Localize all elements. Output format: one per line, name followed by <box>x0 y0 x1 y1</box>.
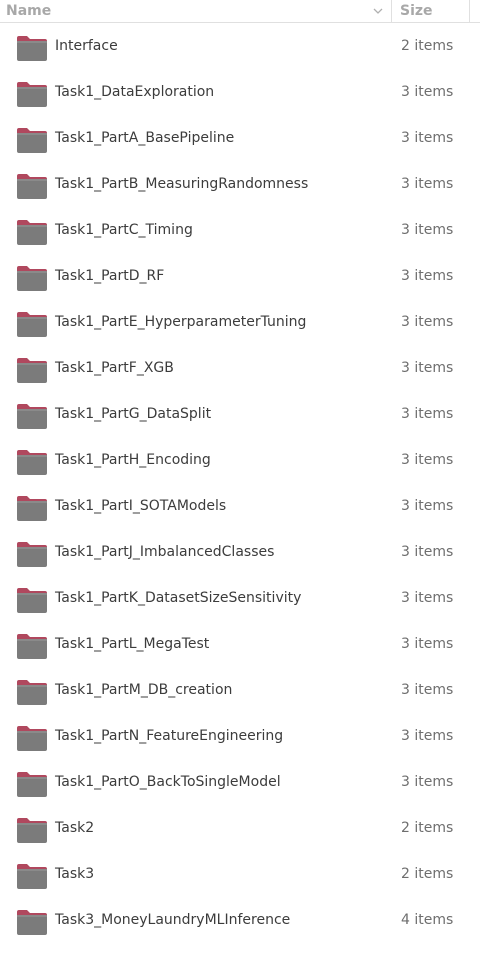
folder-name: Task1_DataExploration <box>55 84 215 100</box>
folder-row[interactable]: Task1_PartG_DataSplit 3 items <box>0 392 480 438</box>
folder-name: Task1_PartK_DatasetSizeSensitivity <box>55 590 302 606</box>
folder-icon <box>17 220 47 245</box>
file-rows: Interface 2 items Task1_DataExploration … <box>0 24 480 944</box>
folder-name: Task1_PartO_BackToSingleModel <box>55 774 281 790</box>
folder-name: Task1_PartD_RF <box>55 268 165 284</box>
folder-icon <box>17 174 47 199</box>
folder-size: 3 items <box>401 130 454 146</box>
folder-icon <box>17 864 47 889</box>
folder-icon <box>17 726 47 751</box>
folder-row[interactable]: Task1_DataExploration 3 items <box>0 70 480 116</box>
folder-row[interactable]: Task3_MoneyLaundryMLInference 4 items <box>0 898 480 944</box>
folder-row[interactable]: Task1_PartL_MegaTest 3 items <box>0 622 480 668</box>
folder-name: Task1_PartA_BasePipeline <box>55 130 235 146</box>
folder-icon <box>17 82 47 107</box>
folder-size: 3 items <box>401 682 454 698</box>
folder-size: 3 items <box>401 590 454 606</box>
folder-size: 2 items <box>401 38 454 54</box>
folder-icon <box>17 496 47 521</box>
folder-row[interactable]: Task1_PartN_FeatureEngineering 3 items <box>0 714 480 760</box>
folder-name: Task1_PartF_XGB <box>55 360 174 376</box>
folder-size: 3 items <box>401 774 454 790</box>
folder-size: 3 items <box>401 636 454 652</box>
folder-size: 3 items <box>401 498 454 514</box>
folder-name: Task2 <box>55 820 95 836</box>
folder-icon <box>17 404 47 429</box>
folder-name: Interface <box>55 38 118 54</box>
folder-icon <box>17 542 47 567</box>
folder-icon <box>17 588 47 613</box>
file-list-view: Name Size Interface 2 items Task1_DataEx… <box>0 0 480 953</box>
folder-name: Task1_PartJ_ImbalancedClasses <box>55 544 275 560</box>
folder-size: 3 items <box>401 544 454 560</box>
folder-name: Task1_PartB_MeasuringRandomness <box>55 176 309 192</box>
folder-icon <box>17 818 47 843</box>
folder-icon <box>17 680 47 705</box>
folder-size: 3 items <box>401 314 454 330</box>
folder-row[interactable]: Task1_PartI_SOTAModels 3 items <box>0 484 480 530</box>
folder-name: Task1_PartI_SOTAModels <box>55 498 227 514</box>
folder-row[interactable]: Interface 2 items <box>0 24 480 70</box>
folder-size: 4 items <box>401 912 454 928</box>
folder-row[interactable]: Task1_PartH_Encoding 3 items <box>0 438 480 484</box>
folder-icon <box>17 910 47 935</box>
folder-size: 3 items <box>401 176 454 192</box>
folder-icon <box>17 36 47 61</box>
chevron-down-icon[interactable] <box>372 5 384 17</box>
folder-row[interactable]: Task1_PartM_DB_creation 3 items <box>0 668 480 714</box>
folder-size: 3 items <box>401 452 454 468</box>
folder-name: Task1_PartC_Timing <box>55 222 193 238</box>
folder-icon <box>17 128 47 153</box>
folder-size: 3 items <box>401 728 454 744</box>
size-column-label: Size <box>400 3 433 19</box>
folder-row[interactable]: Task1_PartK_DatasetSizeSensitivity 3 ite… <box>0 576 480 622</box>
folder-name: Task1_PartM_DB_creation <box>55 682 233 698</box>
folder-row[interactable]: Task1_PartO_BackToSingleModel 3 items <box>0 760 480 806</box>
folder-name: Task1_PartE_HyperparameterTuning <box>55 314 307 330</box>
column-header-bar: Name Size <box>0 0 480 23</box>
folder-row[interactable]: Task1_PartB_MeasuringRandomness 3 items <box>0 162 480 208</box>
folder-name: Task1_PartL_MegaTest <box>55 636 210 652</box>
folder-name: Task3 <box>55 866 95 882</box>
size-column-header[interactable]: Size <box>392 0 470 22</box>
folder-size: 3 items <box>401 268 454 284</box>
name-column-label: Name <box>6 3 52 19</box>
name-column-header[interactable]: Name <box>0 0 392 22</box>
folder-icon <box>17 772 47 797</box>
folder-size: 2 items <box>401 866 454 882</box>
folder-row[interactable]: Task1_PartJ_ImbalancedClasses 3 items <box>0 530 480 576</box>
folder-name: Task1_PartG_DataSplit <box>55 406 212 422</box>
folder-row[interactable]: Task1_PartE_HyperparameterTuning 3 items <box>0 300 480 346</box>
folder-name: Task3_MoneyLaundryMLInference <box>55 912 291 928</box>
folder-size: 3 items <box>401 360 454 376</box>
folder-size: 3 items <box>401 84 454 100</box>
folder-row[interactable]: Task1_PartC_Timing 3 items <box>0 208 480 254</box>
folder-row[interactable]: Task1_PartD_RF 3 items <box>0 254 480 300</box>
folder-icon <box>17 634 47 659</box>
folder-row[interactable]: Task1_PartA_BasePipeline 3 items <box>0 116 480 162</box>
folder-row[interactable]: Task2 2 items <box>0 806 480 852</box>
folder-size: 2 items <box>401 820 454 836</box>
folder-size: 3 items <box>401 406 454 422</box>
folder-icon <box>17 266 47 291</box>
folder-row[interactable]: Task1_PartF_XGB 3 items <box>0 346 480 392</box>
folder-size: 3 items <box>401 222 454 238</box>
folder-row[interactable]: Task3 2 items <box>0 852 480 898</box>
folder-name: Task1_PartN_FeatureEngineering <box>55 728 284 744</box>
folder-icon <box>17 358 47 383</box>
folder-name: Task1_PartH_Encoding <box>55 452 211 468</box>
folder-icon <box>17 312 47 337</box>
folder-icon <box>17 450 47 475</box>
